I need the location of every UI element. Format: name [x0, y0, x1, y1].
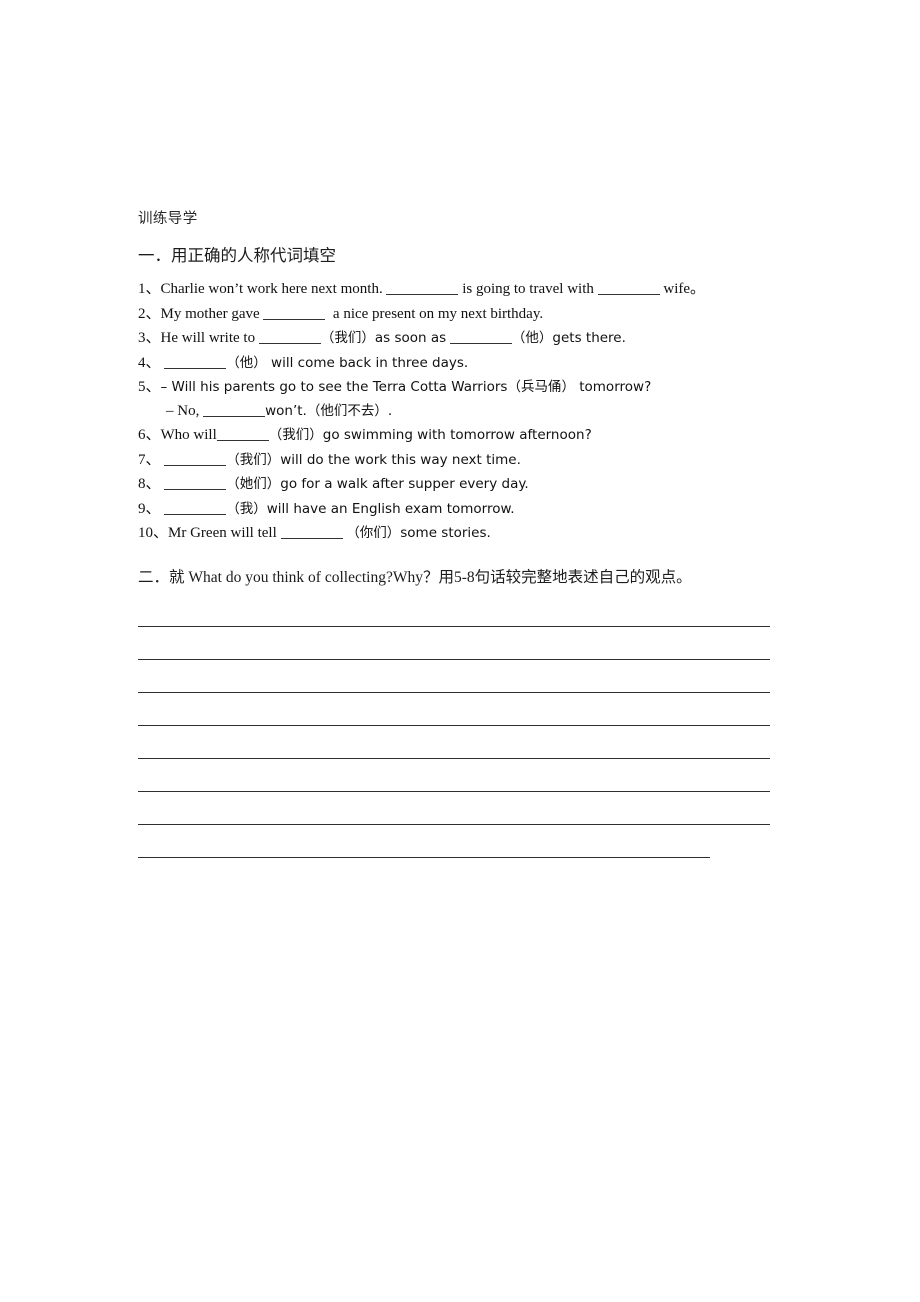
answer-blank[interactable] — [164, 354, 227, 369]
rule-underline — [138, 691, 770, 693]
answer-blank[interactable] — [203, 402, 266, 417]
answer-lines-list — [138, 602, 778, 866]
item-hint-chinese: （你们）some stories. — [346, 525, 491, 541]
rule-underline — [138, 823, 770, 825]
item-number: 8、 — [138, 476, 161, 492]
item-number: 3、 — [138, 330, 161, 346]
item-number: 4、 — [138, 354, 161, 371]
item-text: He will write to — [160, 330, 256, 346]
item-text: – Will his parents go to see the Terra C… — [160, 379, 652, 395]
item-hint-chinese: （她们）go for a walk after supper every day… — [226, 476, 529, 492]
item-text: My mother gave — [160, 305, 260, 322]
item-number: 7、 — [138, 451, 161, 468]
item-subline-lead: – No, — [166, 402, 200, 419]
item-text: Who will — [160, 427, 217, 443]
answer-line[interactable] — [138, 767, 778, 800]
exercise-item-5: 5、– Will his parents go to see the Terra… — [138, 376, 778, 423]
answer-blank[interactable] — [164, 475, 227, 490]
answer-blank[interactable] — [597, 280, 660, 295]
answer-blank[interactable] — [280, 524, 343, 539]
rule-underline — [138, 790, 770, 792]
item-text-end: a nice present on my next birthday. — [332, 305, 544, 322]
item-hint-chinese: （我们）will do the work this way next time. — [226, 451, 521, 468]
rule-underline — [138, 856, 710, 858]
item-text-continued: is going to travel with — [462, 281, 594, 297]
exercise-item-4: 4、 （他） will come back in three days. — [138, 352, 778, 376]
answer-blank[interactable] — [263, 305, 326, 320]
answer-blank[interactable] — [258, 329, 321, 344]
document-content: 训练导学 一．用正确的人称代词填空 1、Charlie won’t work h… — [138, 208, 778, 866]
rule-underline — [138, 757, 770, 759]
item-text: Mr Green will tell — [168, 525, 277, 541]
answer-line[interactable] — [138, 734, 778, 767]
item-hint-chinese-end: （他）gets there. — [511, 330, 626, 346]
section-heading-one: 一．用正确的人称代词填空 — [138, 246, 336, 265]
rule-underline — [138, 658, 770, 660]
exercise-list-pronouns: 1、Charlie won’t work here next month. is… — [138, 278, 778, 546]
answer-line[interactable] — [138, 668, 778, 701]
exercise-item-2: 2、My mother gave a nice present on my ne… — [138, 303, 778, 327]
rule-underline — [138, 724, 770, 726]
item-text: Charlie won’t work here next month. — [160, 281, 383, 297]
page-title: 训练导学 — [138, 211, 198, 227]
item-hint-chinese: （我们）as soon as — [320, 330, 447, 346]
answer-blank[interactable] — [216, 426, 269, 441]
answer-blank[interactable] — [449, 329, 512, 344]
exercise-item-1: 1、Charlie won’t work here next month. is… — [138, 278, 778, 302]
section-heading-two: 二．就 What do you think of collecting?Why？… — [138, 568, 692, 586]
answer-blank[interactable] — [164, 451, 227, 466]
exercise-item-9: 9、 （我）will have an English exam tomorrow… — [138, 498, 778, 522]
item-hint-chinese: （他） will come back in three days. — [226, 354, 469, 371]
item-number: 1、 — [138, 281, 161, 297]
exercise-item-6: 6、Who will （我们）go swimming with tomorrow … — [138, 424, 778, 448]
answer-blank[interactable] — [386, 280, 459, 295]
answer-line[interactable] — [138, 602, 778, 635]
item-number: 9、 — [138, 500, 161, 517]
exercise-item-8: 8、 （她们）go for a walk after supper every … — [138, 473, 778, 497]
item-hint-chinese: （我）will have an English exam tomorrow. — [226, 500, 515, 517]
exercise-item-7: 7、 （我们）will do the work this way next ti… — [138, 449, 778, 473]
exercise-item-10: 10、Mr Green will tell （你们）some stories. — [138, 522, 778, 546]
rule-underline — [138, 625, 770, 627]
exercise-item-3: 3、He will write to （我们）as soon as （他）get… — [138, 327, 778, 351]
answer-line[interactable] — [138, 701, 778, 734]
item-number: 10、 — [138, 525, 169, 541]
item-number: 6、 — [138, 427, 161, 443]
answer-line[interactable] — [138, 635, 778, 668]
item-text-end: wife。 — [663, 281, 706, 297]
answer-line[interactable] — [138, 800, 778, 833]
item-hint-chinese: （我们）go swimming with tomorrow afternoon? — [268, 427, 592, 443]
item-number: 5、 — [138, 379, 161, 395]
answer-blank[interactable] — [164, 500, 227, 515]
item-number: 2、 — [138, 305, 161, 322]
answer-line[interactable] — [138, 833, 778, 866]
item-subline: – No, won’t.（他们不去）. — [138, 400, 778, 424]
document-page: 训练导学 一．用正确的人称代词填空 1、Charlie won’t work h… — [0, 0, 920, 1302]
item-subline-end: won’t.（他们不去）. — [265, 402, 393, 419]
